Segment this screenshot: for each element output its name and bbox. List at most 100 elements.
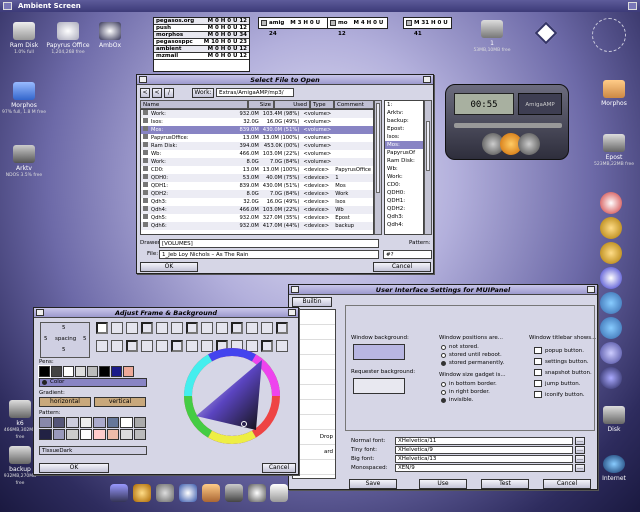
titlebar-option[interactable]: settings button. [534,356,592,367]
frame-style-option[interactable] [96,340,108,352]
class-cycle-button[interactable]: Builtin [292,297,332,307]
app-icon[interactable] [155,484,174,502]
list-item[interactable]: Ram Disk: [385,157,423,165]
pattern-swatch[interactable] [133,429,146,440]
pen-swatch[interactable] [123,366,134,377]
list-item[interactable]: PapyrusOf [385,149,423,157]
table-row[interactable]: Qdh6: 932.0M 417.0M (44%) <device> backu… [141,222,373,230]
eye-icon[interactable] [178,484,197,502]
list-item[interactable] [293,385,335,400]
table-row[interactable]: CD0: 13.0M 13.0M (100%) <device> Papyrus… [141,166,373,174]
mini-window-1[interactable]: amig M 3 H 0 U 24 [258,17,329,37]
list-item[interactable]: QDH2: [385,205,423,213]
radio-option[interactable]: not stored. [441,343,504,351]
radio-icon[interactable] [441,397,446,403]
pattern-swatch[interactable] [93,429,106,440]
nav-root-button[interactable]: / [164,88,174,98]
desk-icon-disk[interactable]: Disk [594,406,634,433]
list-item[interactable] [293,355,335,370]
radio-icon[interactable] [441,344,446,350]
radio-option[interactable]: stored permanently. [441,359,504,367]
depth-icon[interactable] [423,76,431,83]
cancel-button[interactable]: Cancel [262,463,296,473]
list-item[interactable]: ard [293,445,335,460]
frame-style-option[interactable] [201,322,213,334]
shell-icon[interactable] [224,484,243,502]
checkbox-icon[interactable] [534,358,542,365]
dock-item[interactable]: pegasos.org M 0 H 0 U 12 [154,18,249,25]
list-item[interactable]: backup: [385,117,423,125]
nav-parent-button[interactable]: < [152,88,162,98]
gear-icon[interactable] [600,217,622,239]
list-item[interactable] [293,415,335,430]
table-row[interactable]: Qdh5: 932.0M 327.0M (35%) <device> Epost [141,214,373,222]
titlebar-option[interactable]: popup button. [534,345,592,356]
file-list-scrollbar[interactable] [374,100,382,235]
scroll-thumb[interactable] [426,121,430,171]
path-field[interactable]: Extras/AmigaAMP/mp3/ [216,88,294,97]
pattern-swatch[interactable] [66,429,79,440]
close-icon[interactable] [139,76,147,83]
radio-option[interactable]: in right border. [441,388,497,396]
font-popup-icon[interactable]: … [575,446,585,454]
frame-style-option[interactable] [186,322,198,334]
table-row[interactable]: Work: 8.0G 7.0G (84%) <volume> [141,158,373,166]
frame-style-option[interactable] [141,340,153,352]
color-row[interactable]: Color [39,378,147,387]
close-icon[interactable] [36,309,44,316]
pen-swatch[interactable] [75,366,86,377]
list-item[interactable]: QDH0: [385,189,423,197]
screen-depth-icon[interactable] [628,2,637,10]
table-row[interactable]: Ram Disk: 394.0M 453.0K (00%) <volume> [141,142,373,150]
spacing-top[interactable]: 5 [62,325,66,331]
app-dock-icon[interactable] [600,367,622,389]
nav-back-button[interactable]: < [140,88,150,98]
radio-option[interactable]: invisible. [441,396,497,404]
test-button[interactable]: Test [481,479,529,489]
radio-icon[interactable] [441,352,446,358]
pattern-swatch[interactable] [106,417,119,428]
close-icon[interactable] [330,20,336,26]
font-field[interactable]: XHelvetica/9 [395,446,573,454]
depth-icon[interactable] [288,309,296,316]
volume-button[interactable]: Work: [192,88,214,98]
pen-swatch[interactable] [63,366,74,377]
desk-icon-arktv[interactable]: Arktv NDOS 3.5% free [0,145,48,179]
font-popup-icon[interactable]: … [575,464,585,472]
file-list[interactable]: Work: 932.0M 103.4M (98%) <volume> Isos:… [140,109,374,235]
pattern-swatch[interactable] [79,429,92,440]
frame-style-option[interactable] [141,322,153,334]
pattern-swatch[interactable] [93,417,106,428]
table-row[interactable]: QDH0: 53.0M 40.0M (75%) <device> 1 [141,174,373,182]
pattern-swatch[interactable] [133,417,146,428]
ok-button[interactable]: OK [140,262,198,272]
font-field[interactable]: XHelvetica/11 [395,437,573,445]
list-item[interactable] [293,325,335,340]
list-item[interactable] [293,340,335,355]
side-list-scrollbar[interactable] [424,100,432,235]
font-field[interactable]: XHelvetica/13 [395,455,573,463]
pattern-swatch[interactable] [106,429,119,440]
pattern-swatch[interactable] [120,429,133,440]
list-item[interactable] [293,370,335,385]
font-popup-icon[interactable]: … [575,437,585,445]
table-row[interactable]: Qdh3: 32.0G 16.0G (49%) <device> Isos [141,198,373,206]
col-used[interactable]: Used [274,100,310,109]
pattern-field[interactable]: #? [383,250,432,259]
desk-icon-1[interactable]: 1 53MB,10MB free [468,20,516,54]
camera-icon[interactable] [247,484,266,502]
list-item[interactable]: Mos: [385,141,423,149]
gear-icon[interactable] [600,242,622,264]
file-field[interactable]: 1_Jeb Loy Nichols – As The Rain [159,250,379,259]
list-item[interactable]: 1: [385,101,423,109]
depth-icon[interactable] [587,286,595,293]
desk-icon-morphos-2[interactable]: Morphos [590,80,638,107]
app-dock-icon[interactable] [600,267,622,289]
desk-icon-epost[interactable]: Epost 523MB,22MB free [590,134,638,168]
pattern-swatch[interactable] [120,417,133,428]
close-icon[interactable] [291,286,299,293]
dock-item[interactable]: mzmail M 0 H 0 U 12 [154,53,249,60]
frame-style-option[interactable] [156,340,168,352]
list-item[interactable]: Drop [293,430,335,445]
pen-swatch[interactable] [87,366,98,377]
